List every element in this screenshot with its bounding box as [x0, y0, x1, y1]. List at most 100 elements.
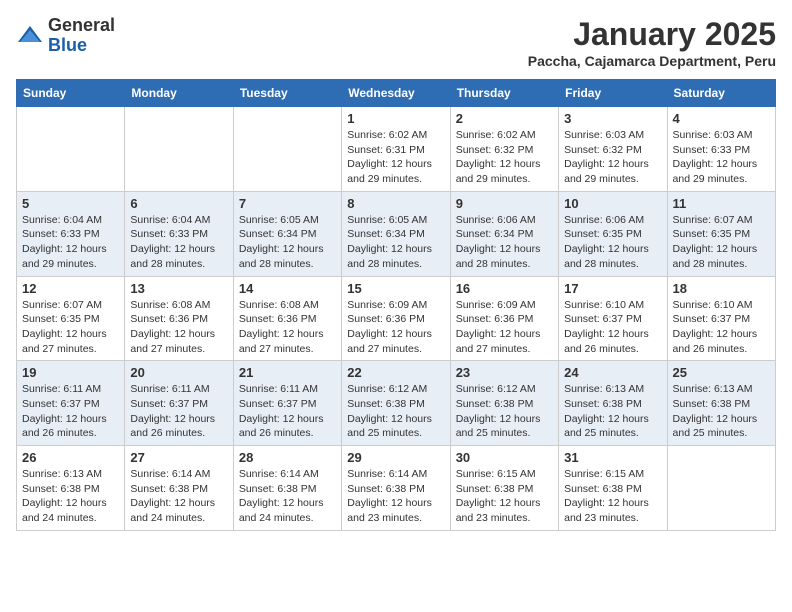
- calendar-cell: 24 Sunrise: 6:13 AM Sunset: 6:38 PM Dayli…: [559, 361, 667, 446]
- weekday-header: Monday: [125, 80, 233, 107]
- day-info: Sunrise: 6:09 AM Sunset: 6:36 PM Dayligh…: [347, 298, 444, 357]
- day-info: Sunrise: 6:05 AM Sunset: 6:34 PM Dayligh…: [347, 213, 444, 272]
- calendar-cell: 25Sunrise: 6:13 AM Sunset: 6:38 PM Dayli…: [667, 361, 775, 446]
- day-info: Sunrise: 6:13 AM Sunset: 6:38 PM Dayligh…: [564, 382, 661, 441]
- day-number: 18: [673, 281, 770, 296]
- weekday-header: Thursday: [450, 80, 558, 107]
- day-number: 22: [347, 365, 444, 380]
- calendar-cell: 1Sunrise: 6:02 AM Sunset: 6:31 PM Daylig…: [342, 107, 450, 192]
- calendar-cell: 12 Sunrise: 6:07 AM Sunset: 6:35 PM Dayli…: [17, 276, 125, 361]
- logo-icon: [16, 22, 44, 50]
- page-header: General Blue January 2025 Paccha, Cajama…: [16, 16, 776, 69]
- calendar-week-row: 19 Sunrise: 6:11 AM Sunset: 6:37 PM Dayli…: [17, 361, 776, 446]
- day-number: 16: [456, 281, 553, 296]
- day-info: Sunrise: 6:15 AM Sunset: 6:38 PM Dayligh…: [456, 467, 553, 526]
- day-number: 8: [347, 196, 444, 211]
- day-info: Sunrise: 6:13 AM Sunset: 6:38 PM Dayligh…: [673, 382, 770, 441]
- day-number: 28: [239, 450, 336, 465]
- day-info: Sunrise: 6:07 AM Sunset: 6:35 PM Dayligh…: [22, 298, 119, 357]
- calendar-cell: 17Sunrise: 6:10 AM Sunset: 6:37 PM Dayli…: [559, 276, 667, 361]
- calendar-cell: [667, 446, 775, 531]
- day-number: 19: [22, 365, 119, 380]
- day-number: 20: [130, 365, 227, 380]
- day-number: 10: [564, 196, 661, 211]
- day-info: Sunrise: 6:03 AM Sunset: 6:33 PM Dayligh…: [673, 128, 770, 187]
- day-info: Sunrise: 6:14 AM Sunset: 6:38 PM Dayligh…: [239, 467, 336, 526]
- day-number: 27: [130, 450, 227, 465]
- calendar-week-row: 1Sunrise: 6:02 AM Sunset: 6:31 PM Daylig…: [17, 107, 776, 192]
- day-info: Sunrise: 6:12 AM Sunset: 6:38 PM Dayligh…: [347, 382, 444, 441]
- calendar-cell: 4 Sunrise: 6:03 AM Sunset: 6:33 PM Daylig…: [667, 107, 775, 192]
- calendar-cell: 22 Sunrise: 6:12 AM Sunset: 6:38 PM Dayli…: [342, 361, 450, 446]
- day-number: 13: [130, 281, 227, 296]
- logo-text: General Blue: [48, 16, 115, 56]
- calendar-cell: 27 Sunrise: 6:14 AM Sunset: 6:38 PM Dayli…: [125, 446, 233, 531]
- calendar-week-row: 5Sunrise: 6:04 AM Sunset: 6:33 PM Daylig…: [17, 191, 776, 276]
- calendar-cell: 23 Sunrise: 6:12 AM Sunset: 6:38 PM Dayli…: [450, 361, 558, 446]
- day-number: 23: [456, 365, 553, 380]
- calendar-cell: 13 Sunrise: 6:08 AM Sunset: 6:36 PM Dayli…: [125, 276, 233, 361]
- day-number: 15: [347, 281, 444, 296]
- day-info: Sunrise: 6:14 AM Sunset: 6:38 PM Dayligh…: [347, 467, 444, 526]
- calendar-cell: [125, 107, 233, 192]
- calendar-cell: 11 Sunrise: 6:07 AM Sunset: 6:35 PM Dayli…: [667, 191, 775, 276]
- day-number: 14: [239, 281, 336, 296]
- calendar-cell: 31Sunrise: 6:15 AM Sunset: 6:38 PM Dayli…: [559, 446, 667, 531]
- weekday-header-row: SundayMondayTuesdayWednesdayThursdayFrid…: [17, 80, 776, 107]
- calendar-cell: 8 Sunrise: 6:05 AM Sunset: 6:34 PM Daylig…: [342, 191, 450, 276]
- day-info: Sunrise: 6:04 AM Sunset: 6:33 PM Dayligh…: [22, 213, 119, 272]
- calendar-cell: 2Sunrise: 6:02 AM Sunset: 6:32 PM Daylig…: [450, 107, 558, 192]
- day-number: 24: [564, 365, 661, 380]
- calendar-cell: [17, 107, 125, 192]
- day-number: 11: [673, 196, 770, 211]
- calendar-cell: 19Sunrise: 6:11 AM Sunset: 6:37 PM Dayli…: [17, 361, 125, 446]
- day-number: 21: [239, 365, 336, 380]
- calendar-cell: 6Sunrise: 6:04 AM Sunset: 6:33 PM Daylig…: [125, 191, 233, 276]
- day-number: 2: [456, 111, 553, 126]
- day-info: Sunrise: 6:10 AM Sunset: 6:37 PM Dayligh…: [564, 298, 661, 357]
- day-info: Sunrise: 6:15 AM Sunset: 6:38 PM Dayligh…: [564, 467, 661, 526]
- logo-general: General: [48, 15, 115, 35]
- calendar-cell: [233, 107, 341, 192]
- weekday-header: Friday: [559, 80, 667, 107]
- day-number: 26: [22, 450, 119, 465]
- day-number: 9: [456, 196, 553, 211]
- calendar-cell: 18 Sunrise: 6:10 AM Sunset: 6:37 PM Dayli…: [667, 276, 775, 361]
- day-info: Sunrise: 6:10 AM Sunset: 6:37 PM Dayligh…: [673, 298, 770, 357]
- calendar-cell: 7Sunrise: 6:05 AM Sunset: 6:34 PM Daylig…: [233, 191, 341, 276]
- day-number: 4: [673, 111, 770, 126]
- day-info: Sunrise: 6:04 AM Sunset: 6:33 PM Dayligh…: [130, 213, 227, 272]
- calendar-cell: 15 Sunrise: 6:09 AM Sunset: 6:36 PM Dayli…: [342, 276, 450, 361]
- calendar-cell: 3Sunrise: 6:03 AM Sunset: 6:32 PM Daylig…: [559, 107, 667, 192]
- day-info: Sunrise: 6:08 AM Sunset: 6:36 PM Dayligh…: [239, 298, 336, 357]
- calendar-cell: 30 Sunrise: 6:15 AM Sunset: 6:38 PM Dayli…: [450, 446, 558, 531]
- calendar-week-row: 12 Sunrise: 6:07 AM Sunset: 6:35 PM Dayli…: [17, 276, 776, 361]
- day-number: 7: [239, 196, 336, 211]
- day-info: Sunrise: 6:11 AM Sunset: 6:37 PM Dayligh…: [130, 382, 227, 441]
- month-title: January 2025: [528, 16, 776, 53]
- logo-blue: Blue: [48, 35, 87, 55]
- day-number: 12: [22, 281, 119, 296]
- day-info: Sunrise: 6:11 AM Sunset: 6:37 PM Dayligh…: [239, 382, 336, 441]
- day-info: Sunrise: 6:12 AM Sunset: 6:38 PM Dayligh…: [456, 382, 553, 441]
- title-area: January 2025 Paccha, Cajamarca Departmen…: [528, 16, 776, 69]
- subtitle: Paccha, Cajamarca Department, Peru: [528, 53, 776, 69]
- calendar-table: SundayMondayTuesdayWednesdayThursdayFrid…: [16, 79, 776, 531]
- day-info: Sunrise: 6:07 AM Sunset: 6:35 PM Dayligh…: [673, 213, 770, 272]
- day-info: Sunrise: 6:08 AM Sunset: 6:36 PM Dayligh…: [130, 298, 227, 357]
- calendar-cell: 28 Sunrise: 6:14 AM Sunset: 6:38 PM Dayli…: [233, 446, 341, 531]
- weekday-header: Wednesday: [342, 80, 450, 107]
- day-number: 30: [456, 450, 553, 465]
- calendar-cell: 10Sunrise: 6:06 AM Sunset: 6:35 PM Dayli…: [559, 191, 667, 276]
- day-info: Sunrise: 6:14 AM Sunset: 6:38 PM Dayligh…: [130, 467, 227, 526]
- weekday-header: Tuesday: [233, 80, 341, 107]
- day-info: Sunrise: 6:13 AM Sunset: 6:38 PM Dayligh…: [22, 467, 119, 526]
- calendar-cell: 26 Sunrise: 6:13 AM Sunset: 6:38 PM Dayli…: [17, 446, 125, 531]
- calendar-week-row: 26 Sunrise: 6:13 AM Sunset: 6:38 PM Dayli…: [17, 446, 776, 531]
- calendar-cell: 21 Sunrise: 6:11 AM Sunset: 6:37 PM Dayli…: [233, 361, 341, 446]
- day-number: 29: [347, 450, 444, 465]
- calendar-cell: 20 Sunrise: 6:11 AM Sunset: 6:37 PM Dayli…: [125, 361, 233, 446]
- day-number: 1: [347, 111, 444, 126]
- logo: General Blue: [16, 16, 115, 56]
- day-number: 3: [564, 111, 661, 126]
